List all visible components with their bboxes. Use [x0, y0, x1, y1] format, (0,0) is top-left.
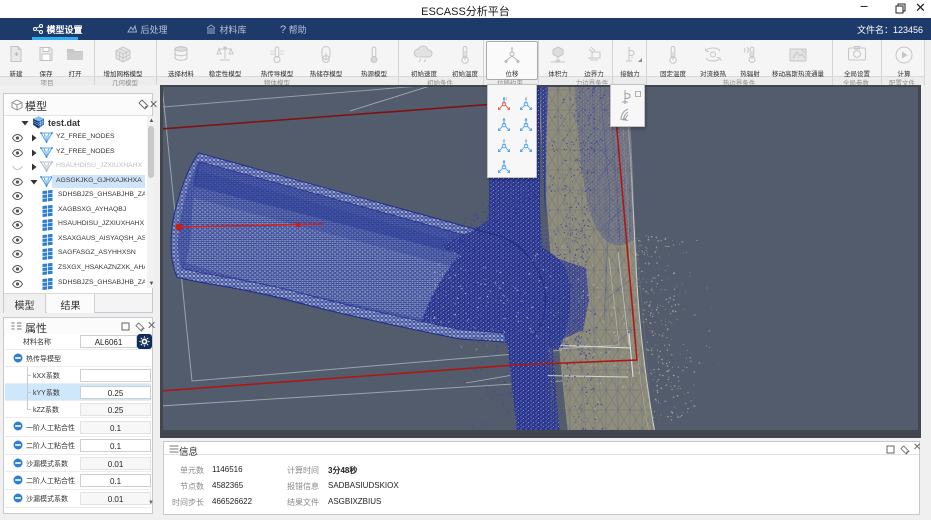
svg-text:z: z	[506, 97, 508, 101]
